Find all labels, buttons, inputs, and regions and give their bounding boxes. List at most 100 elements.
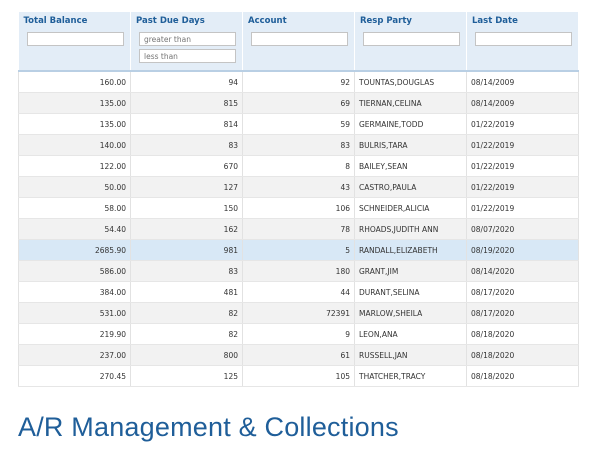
cell-last-date: 01/22/2019 [466, 197, 579, 219]
cell-resp-party: BULRIS,TARA [354, 134, 467, 156]
cell-resp-party: DURANT,SELINA [354, 281, 467, 303]
cell-past-due-days: 94 [130, 71, 243, 93]
cell-past-due-days: 815 [130, 92, 243, 114]
cell-total-balance: 586.00 [18, 260, 131, 282]
filter-cell-account [242, 30, 355, 71]
cell-last-date: 08/18/2020 [466, 365, 579, 387]
past-due-greater-than-input[interactable] [139, 32, 236, 46]
cell-total-balance: 122.00 [18, 155, 131, 177]
header-account[interactable]: Account [242, 12, 355, 30]
ar-table: Total Balance Past Due Days Account Resp… [18, 12, 579, 387]
header-past-due-days[interactable]: Past Due Days [130, 12, 243, 30]
cell-past-due-days: 670 [130, 155, 243, 177]
table-row[interactable]: 50.00 127 43 CASTRO,PAULA 01/22/2019 [18, 176, 579, 198]
cell-past-due-days: 481 [130, 281, 243, 303]
cell-last-date: 08/17/2020 [466, 302, 579, 324]
cell-last-date: 08/07/2020 [466, 218, 579, 240]
table-row[interactable]: 531.00 82 72391 MARLOW,SHEILA 08/17/2020 [18, 302, 579, 324]
table-filter-row [18, 30, 579, 71]
last-date-filter-input[interactable] [475, 32, 572, 46]
table-row[interactable]: 135.00 814 59 GERMAINE,TODD 01/22/2019 [18, 113, 579, 135]
cell-resp-party: CASTRO,PAULA [354, 176, 467, 198]
cell-last-date: 08/14/2020 [466, 260, 579, 282]
total-balance-filter-input[interactable] [26, 32, 124, 46]
cell-resp-party: RANDALL,ELIZABETH [354, 239, 467, 261]
table-row[interactable]: 135.00 815 69 TIERNAN,CELINA 08/14/2009 [18, 92, 579, 114]
table-row[interactable]: 140.00 83 83 BULRIS,TARA 01/22/2019 [18, 134, 579, 156]
cell-total-balance: 140.00 [18, 134, 131, 156]
table-row[interactable]: 270.45 125 105 THATCHER,TRACY 08/18/2020 [18, 365, 579, 387]
cell-last-date: 01/22/2019 [466, 155, 579, 177]
table-row[interactable]: 160.00 94 92 TOUNTAS,DOUGLAS 08/14/2009 [18, 71, 579, 93]
account-filter-input[interactable] [251, 32, 348, 46]
cell-past-due-days: 800 [130, 344, 243, 366]
cell-last-date: 08/19/2020 [466, 239, 579, 261]
table-row[interactable]: 2685.90 981 5 RANDALL,ELIZABETH 08/19/2020 [18, 239, 579, 261]
cell-resp-party: RHOADS,JUDITH ANN [354, 218, 467, 240]
table-row[interactable]: 122.00 670 8 BAILEY,SEAN 01/22/2019 [18, 155, 579, 177]
cell-last-date: 08/18/2020 [466, 323, 579, 345]
cell-last-date: 01/22/2019 [466, 176, 579, 198]
cell-past-due-days: 125 [130, 365, 243, 387]
cell-past-due-days: 162 [130, 218, 243, 240]
cell-resp-party: GRANT,JIM [354, 260, 467, 282]
table-row[interactable]: 586.00 83 180 GRANT,JIM 08/14/2020 [18, 260, 579, 282]
cell-past-due-days: 150 [130, 197, 243, 219]
table-row[interactable]: 54.40 162 78 RHOADS,JUDITH ANN 08/07/2020 [18, 218, 579, 240]
page-caption: A/R Management & Collections [18, 412, 399, 442]
cell-last-date: 08/17/2020 [466, 281, 579, 303]
cell-last-date: 01/22/2019 [466, 113, 579, 135]
cell-last-date: 08/18/2020 [466, 344, 579, 366]
past-due-less-than-input[interactable] [139, 49, 236, 63]
cell-resp-party: GERMAINE,TODD [354, 113, 467, 135]
cell-resp-party: RUSSELL,JAN [354, 344, 467, 366]
cell-account: 78 [242, 218, 355, 240]
cell-account: 5 [242, 239, 355, 261]
header-last-date[interactable]: Last Date [466, 12, 579, 30]
table-row[interactable]: 219.90 82 9 LEON,ANA 08/18/2020 [18, 323, 579, 345]
header-total-balance[interactable]: Total Balance [18, 12, 131, 30]
cell-account: 9 [242, 323, 355, 345]
cell-resp-party: THATCHER,TRACY [354, 365, 467, 387]
cell-past-due-days: 127 [130, 176, 243, 198]
ar-table-container: Total Balance Past Due Days Account Resp… [18, 12, 579, 387]
cell-past-due-days: 82 [130, 302, 243, 324]
cell-last-date: 08/14/2009 [466, 71, 579, 93]
cell-account: 180 [242, 260, 355, 282]
cell-total-balance: 531.00 [18, 302, 131, 324]
cell-last-date: 08/14/2009 [466, 92, 579, 114]
cell-account: 92 [242, 71, 355, 93]
cell-account: 44 [242, 281, 355, 303]
cell-total-balance: 384.00 [18, 281, 131, 303]
cell-account: 43 [242, 176, 355, 198]
cell-past-due-days: 83 [130, 260, 243, 282]
cell-resp-party: BAILEY,SEAN [354, 155, 467, 177]
cell-total-balance: 50.00 [18, 176, 131, 198]
cell-resp-party: LEON,ANA [354, 323, 467, 345]
cell-account: 83 [242, 134, 355, 156]
table-header-row: Total Balance Past Due Days Account Resp… [18, 12, 579, 30]
resp-party-filter-input[interactable] [363, 32, 460, 46]
cell-total-balance: 54.40 [18, 218, 131, 240]
cell-total-balance: 160.00 [18, 71, 131, 93]
header-resp-party[interactable]: Resp Party [354, 12, 467, 30]
table-row[interactable]: 237.00 800 61 RUSSELL,JAN 08/18/2020 [18, 344, 579, 366]
table-row[interactable]: 384.00 481 44 DURANT,SELINA 08/17/2020 [18, 281, 579, 303]
table-row[interactable]: 58.00 150 106 SCHNEIDER,ALICIA 01/22/2019 [18, 197, 579, 219]
filter-cell-last-date [466, 30, 579, 71]
cell-total-balance: 219.90 [18, 323, 131, 345]
cell-account: 106 [242, 197, 355, 219]
filter-cell-resp-party [354, 30, 467, 71]
cell-resp-party: MARLOW,SHEILA [354, 302, 467, 324]
filter-cell-past-due-days [130, 30, 243, 71]
cell-account: 105 [242, 365, 355, 387]
filter-cell-total-balance [18, 30, 131, 71]
cell-last-date: 01/22/2019 [466, 134, 579, 156]
cell-account: 69 [242, 92, 355, 114]
cell-past-due-days: 814 [130, 113, 243, 135]
cell-account: 8 [242, 155, 355, 177]
cell-total-balance: 135.00 [18, 92, 131, 114]
cell-past-due-days: 981 [130, 239, 243, 261]
cell-account: 61 [242, 344, 355, 366]
cell-past-due-days: 83 [130, 134, 243, 156]
